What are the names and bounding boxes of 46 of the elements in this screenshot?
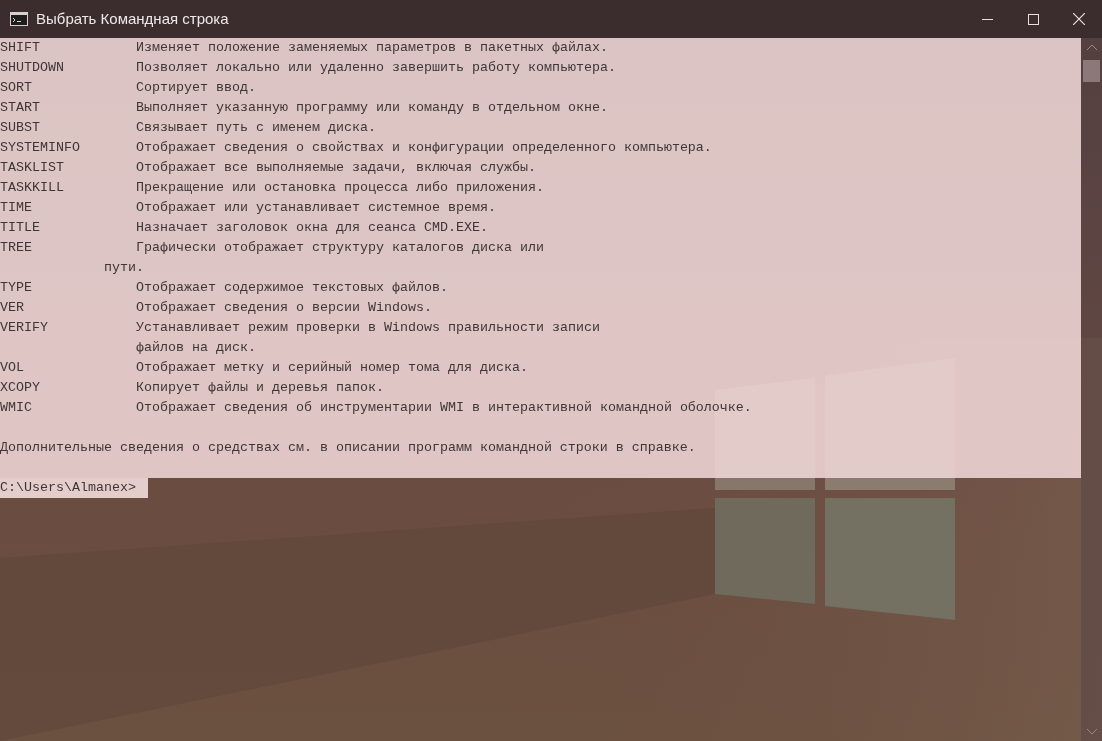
- command-name: VOL: [0, 359, 25, 377]
- command-description: Изменяет положение заменяемых параметров в пакетных файлах.: [136, 39, 608, 57]
- command-name: VERIFY: [0, 319, 49, 337]
- command-description: пути.: [104, 259, 144, 277]
- command-description: Позволяет локально или удаленно завершить работу компьютера.: [136, 59, 616, 77]
- command-description: Связывает путь с именем диска.: [136, 119, 376, 137]
- command-description: Назначает заголовок окна для сеанса CMD.EXE.: [136, 219, 488, 237]
- command-description: Отображает все выполняемые задачи, включая службы.: [136, 159, 536, 177]
- close-icon: [1073, 13, 1085, 25]
- command-description: Сортирует ввод.: [136, 79, 256, 97]
- command-description: Выполняет указанную программу или команду в отдельном окне.: [136, 99, 608, 117]
- command-name: SHIFT: [0, 39, 41, 57]
- command-name: TYPE: [0, 279, 33, 297]
- command-name: WMIC: [0, 399, 33, 417]
- command-description: Отображает метку и серийный номер тома для диска.: [136, 359, 528, 377]
- command-name: TASKLIST: [0, 159, 65, 177]
- command-name: TREE: [0, 239, 33, 257]
- command-name: SORT: [0, 79, 33, 97]
- scroll-up-icon[interactable]: [1086, 44, 1097, 50]
- command-description: Графически отображает структуру каталогов диска или: [136, 239, 544, 257]
- command-description: Отображает сведения о свойствах и конфигурации определенного компьютера.: [136, 139, 712, 157]
- command-description: Устанавливает режим проверки в Windows правильности записи: [136, 319, 600, 337]
- command-name: SUBST: [0, 119, 41, 137]
- command-description: Отображает содержимое текстовых файлов.: [136, 279, 448, 297]
- scroll-down-icon[interactable]: [1086, 729, 1097, 735]
- command-name: TASKKILL: [0, 179, 65, 197]
- command-prompt: C:\Users\Almanex>: [0, 478, 148, 498]
- command-name: XCOPY: [0, 379, 41, 397]
- command-description: Копирует файлы и деревья папок.: [136, 379, 384, 397]
- command-name: TITLE: [0, 219, 41, 237]
- help-text: Дополнительные сведения о средствах см. в описании программ командной строки в справке.: [0, 439, 696, 457]
- console-icon: [10, 12, 28, 26]
- command-name: SHUTDOWN: [0, 59, 65, 77]
- command-name: VER: [0, 299, 25, 317]
- command-name: START: [0, 99, 41, 117]
- command-description: файлов на диск.: [136, 339, 256, 357]
- command-description: Отображает сведения о версии Windows.: [136, 299, 432, 317]
- scrollbar[interactable]: [1081, 38, 1102, 741]
- command-name: TIME: [0, 199, 33, 217]
- command-description: Прекращение или остановка процесса либо приложения.: [136, 179, 544, 197]
- maximize-icon: [1027, 13, 1039, 25]
- command-description: Отображает или устанавливает системное время.: [136, 199, 496, 217]
- command-name: SYSTEMINFO: [0, 139, 81, 157]
- window-title: Выбрать Командная строка: [36, 8, 229, 29]
- command-description: Отображает сведения об инструментарии WMI в интерактивной командной оболочке.: [136, 399, 752, 417]
- scroll-thumb[interactable]: [1083, 60, 1100, 82]
